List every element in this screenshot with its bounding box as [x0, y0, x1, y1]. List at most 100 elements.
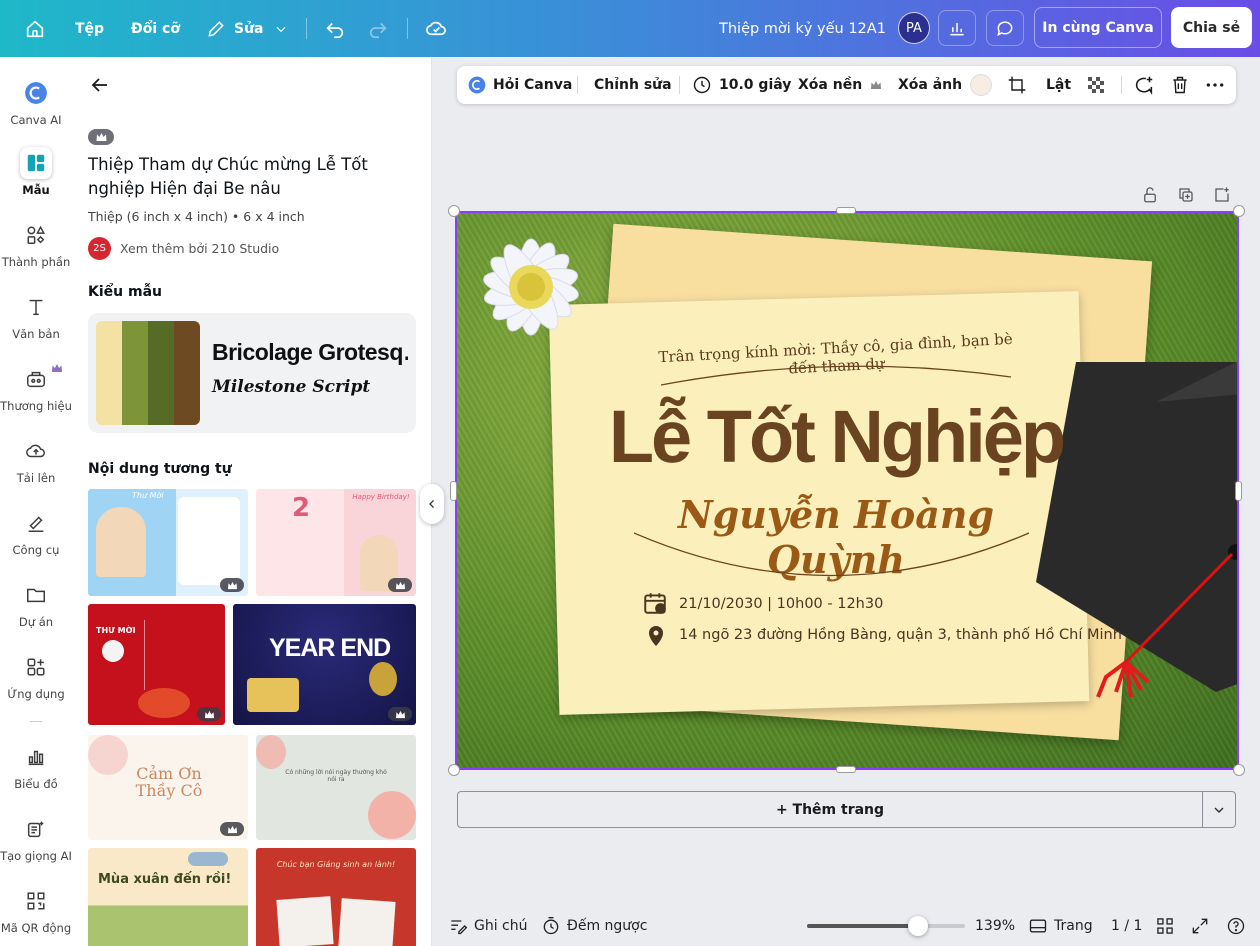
print-with-canva-button[interactable]: In cùng Canva — [1034, 7, 1162, 48]
more-horizontal-icon — [1206, 83, 1224, 87]
pages-button[interactable]: Trang — [1028, 906, 1093, 946]
rail-item-charts[interactable]: Biểu đồ — [0, 741, 72, 791]
add-page-icon-button[interactable] — [1213, 186, 1231, 208]
more-options-button[interactable] — [1205, 66, 1225, 104]
document-title[interactable]: Thiệp mời kỷ yếu 12A1 — [719, 0, 886, 57]
template-thumbnail[interactable]: Chúc bạn Giáng sinh an lành! — [256, 848, 416, 946]
add-page-options-button[interactable] — [1211, 802, 1227, 822]
rail-item-templates[interactable]: Mẫu — [0, 147, 72, 197]
remove-background-button[interactable]: Xóa nền — [798, 66, 882, 104]
page-count: 1 / 1 — [1111, 918, 1143, 934]
lock-page-button[interactable] — [1141, 186, 1159, 208]
resize-handle-bottom[interactable] — [836, 766, 856, 773]
analytics-button[interactable] — [938, 10, 976, 46]
resize-handle-top-left[interactable] — [448, 205, 460, 217]
rail-item-qr[interactable]: Mã QR động — [0, 885, 72, 935]
schedule-lines — [144, 620, 218, 690]
undo-button[interactable] — [324, 0, 346, 57]
rail-item-uploads[interactable]: Tải lên — [0, 435, 72, 485]
file-menu[interactable]: Tệp — [75, 0, 104, 57]
transparency-icon — [1088, 77, 1104, 93]
rail-item-text[interactable]: Văn bản — [0, 291, 72, 341]
thumbnail-text: Happy Birthday! — [352, 493, 410, 501]
share-button[interactable]: Chia sẻ — [1171, 7, 1252, 48]
duration-button[interactable]: 10.0 giây — [692, 66, 791, 104]
date-block — [247, 678, 299, 712]
expand-icon — [1192, 918, 1208, 934]
rail-item-apps[interactable]: Ứng dụng — [0, 651, 72, 701]
author-link[interactable]: Xem thêm bởi 210 Studio — [120, 241, 279, 256]
zoom-slider-thumb[interactable] — [907, 916, 928, 936]
template-thumbnail[interactable]: YEAR END — [233, 604, 416, 725]
thumbnail-text: THƯ MỜI — [96, 626, 136, 635]
style-card[interactable]: Bricolage Grotesq… Milestone Script — [88, 313, 416, 433]
template-detail-panel: Thiệp Tham dự Chúc mừng Lễ Tốt nghiệp Hi… — [72, 57, 432, 946]
lock-open-icon — [1144, 187, 1156, 203]
edit-menu[interactable]: Sửa — [206, 0, 288, 57]
template-thumbnail[interactable]: Có những lời nói ngày thường khó nói ra — [256, 735, 416, 840]
duplicate-page-button[interactable] — [1177, 186, 1195, 208]
event-address[interactable]: 14 ngõ 23 đường Hồng Bàng, quận 3, thành… — [679, 627, 1122, 643]
context-toolbar: Hỏi Canva Chỉnh sửa 10.0 giây Xóa nền Xó… — [457, 66, 1236, 104]
color-swatch-button[interactable] — [970, 66, 992, 104]
template-thumbnail[interactable]: 2 Happy Birthday! — [256, 489, 416, 596]
ask-canva-button[interactable]: Hỏi Canva — [467, 66, 572, 104]
comments-button[interactable] — [986, 10, 1024, 46]
primary-font-name: Bricolage Grotesq… — [212, 339, 408, 365]
add-page-button[interactable]: + Thêm trang — [458, 792, 1203, 827]
zoom-value[interactable]: 139% — [975, 906, 1015, 946]
avatar[interactable]: PA — [898, 12, 930, 44]
rail-label: Mẫu — [22, 183, 50, 197]
resize-handle-top[interactable] — [836, 207, 856, 214]
redo-button[interactable] — [367, 0, 389, 57]
rail-item-tools[interactable]: Công cụ — [0, 507, 72, 557]
help-button[interactable] — [1226, 906, 1246, 946]
rail-item-projects[interactable]: Dự án — [0, 579, 72, 629]
divider — [407, 18, 408, 39]
resize-handle-left[interactable] — [450, 481, 457, 501]
palette-swatch — [174, 321, 200, 425]
add-comment-button[interactable] — [1133, 66, 1155, 104]
undo-icon — [326, 22, 344, 38]
template-thumbnail[interactable]: THƯ MỜI — [88, 604, 225, 725]
flower-decoration — [256, 735, 286, 769]
pages-label: Trang — [1054, 918, 1093, 934]
redo-icon — [369, 22, 387, 38]
resize-handle-bottom-left[interactable] — [448, 764, 460, 776]
resize-handle-right[interactable] — [1235, 481, 1242, 501]
secondary-font-name: Milestone Script — [212, 377, 371, 397]
rail-item-canva-ai[interactable]: Canva AI — [0, 77, 72, 127]
event-datetime[interactable]: 21/10/2030 | 10h00 - 12h30 — [679, 596, 883, 612]
collapse-panel-button[interactable] — [420, 484, 444, 524]
rail-item-elements[interactable]: Thành phần — [0, 219, 72, 269]
home-button[interactable] — [24, 0, 46, 57]
delete-image-button[interactable]: Xóa ảnh — [898, 66, 962, 104]
fullscreen-button[interactable] — [1190, 906, 1210, 946]
rail-label: Tải lên — [16, 471, 56, 485]
delete-button[interactable] — [1170, 66, 1190, 104]
notes-button[interactable]: Ghi chú — [448, 906, 528, 946]
template-thumbnail[interactable]: Mùa xuân đến rồi! — [88, 848, 248, 946]
card-title[interactable]: Lễ Tốt Nghiệp — [606, 394, 1066, 479]
zoom-slider-fill — [807, 924, 918, 928]
rail-item-brand[interactable]: Thương hiệu — [0, 363, 72, 413]
flip-button[interactable]: Lật — [1046, 66, 1071, 104]
resize-handle-bottom-right[interactable] — [1233, 764, 1245, 776]
trash-icon — [1173, 76, 1187, 94]
grid-view-button[interactable] — [1155, 906, 1175, 946]
resize-handle-top-right[interactable] — [1233, 205, 1245, 217]
template-thumbnail[interactable]: Thư Mời — [88, 489, 248, 596]
design-canvas[interactable]: Trân trọng kính mời: Thầy cô, gia đình, … — [456, 212, 1238, 769]
resize-menu[interactable]: Đổi cỡ — [131, 0, 180, 57]
edit-image-button[interactable]: Chỉnh sửa — [594, 66, 672, 104]
child-photo — [96, 507, 146, 577]
save-status-button[interactable] — [425, 0, 448, 57]
transparency-button[interactable] — [1086, 66, 1106, 104]
back-button[interactable] — [88, 73, 112, 101]
crop-button[interactable] — [1007, 66, 1027, 104]
template-thumbnail[interactable]: Cảm Ơn Thầy Cô — [88, 735, 248, 840]
zoom-slider[interactable] — [807, 916, 965, 936]
templates-icon — [20, 147, 52, 179]
timer-button[interactable]: Đếm ngược — [541, 906, 647, 946]
rail-item-ai-voice[interactable]: Tạo giọng AI — [0, 813, 72, 863]
